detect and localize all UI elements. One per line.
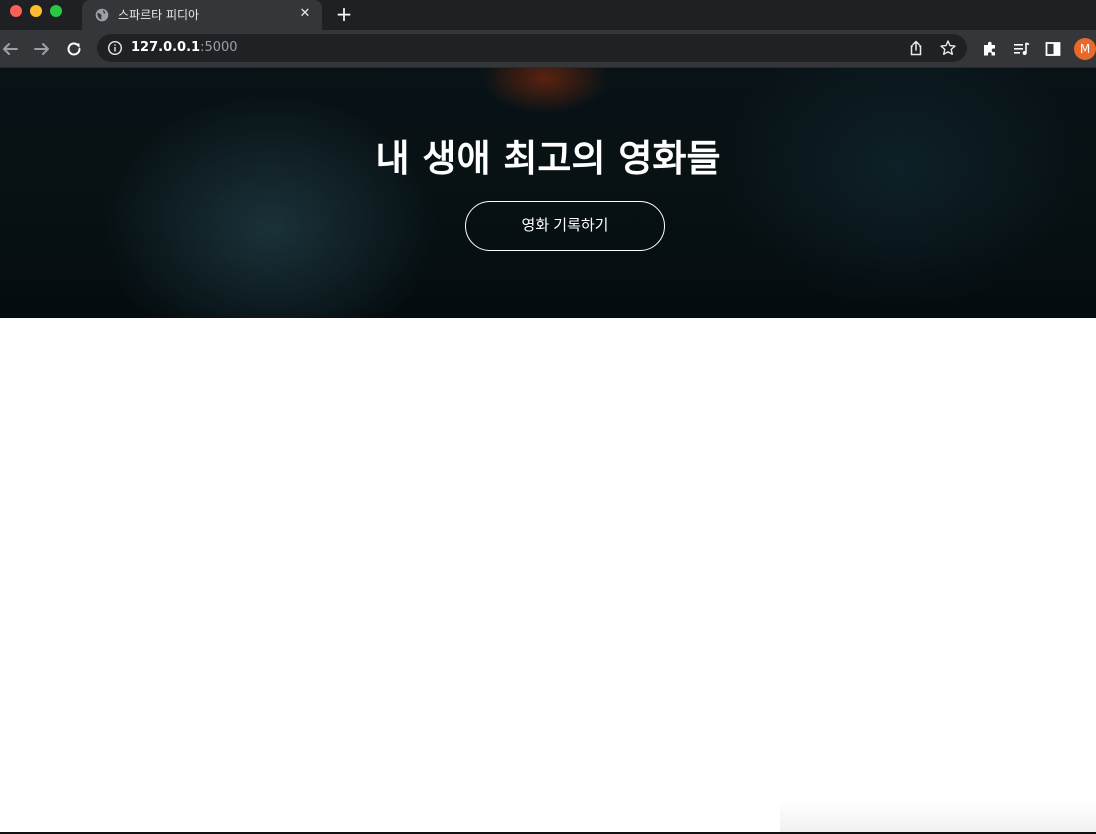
info-icon[interactable] — [107, 40, 123, 56]
page-content — [0, 318, 1096, 832]
back-arrow-icon[interactable] — [0, 39, 20, 59]
hero-banner: 내 생애 최고의 영화들 영화 기록하기 — [0, 68, 1096, 318]
close-window-button[interactable] — [10, 5, 22, 17]
globe-icon — [95, 8, 109, 22]
bookmark-star-icon[interactable] — [939, 39, 957, 57]
media-control-icon[interactable] — [1011, 39, 1031, 59]
browser-window: 스파르타 피디아 ✕ + 127.0.0.1:5000 M 내 생애 최고의 영… — [0, 0, 1096, 834]
extensions-puzzle-icon[interactable] — [980, 39, 1000, 59]
reload-icon[interactable] — [64, 39, 84, 59]
tab-close-icon[interactable]: ✕ — [298, 7, 312, 21]
bottom-shadow — [780, 802, 1096, 832]
url-text[interactable]: 127.0.0.1:5000 — [131, 40, 238, 55]
minimize-window-button[interactable] — [30, 5, 42, 17]
url-port: :5000 — [200, 40, 238, 55]
tab-active[interactable]: 스파르타 피디아 ✕ — [82, 0, 322, 30]
tab-strip: 스파르타 피디아 ✕ + — [0, 0, 1096, 30]
web-page: 내 생애 최고의 영화들 영화 기록하기 — [0, 68, 1096, 832]
maximize-window-button[interactable] — [50, 5, 62, 17]
side-panel-icon[interactable] — [1043, 39, 1063, 59]
new-tab-button[interactable]: + — [334, 4, 354, 24]
address-bar[interactable]: 127.0.0.1:5000 — [97, 34, 967, 62]
profile-avatar[interactable]: M — [1074, 38, 1096, 60]
tab-title: 스파르타 피디아 — [118, 8, 200, 22]
page-title: 내 생애 최고의 영화들 — [375, 137, 721, 180]
record-movie-button[interactable]: 영화 기록하기 — [465, 201, 665, 251]
browser-toolbar: 127.0.0.1:5000 M — [0, 30, 1096, 68]
share-icon[interactable] — [907, 39, 925, 57]
url-host: 127.0.0.1 — [131, 40, 201, 55]
forward-arrow-icon[interactable] — [32, 39, 52, 59]
hero-overlay — [0, 68, 1096, 318]
